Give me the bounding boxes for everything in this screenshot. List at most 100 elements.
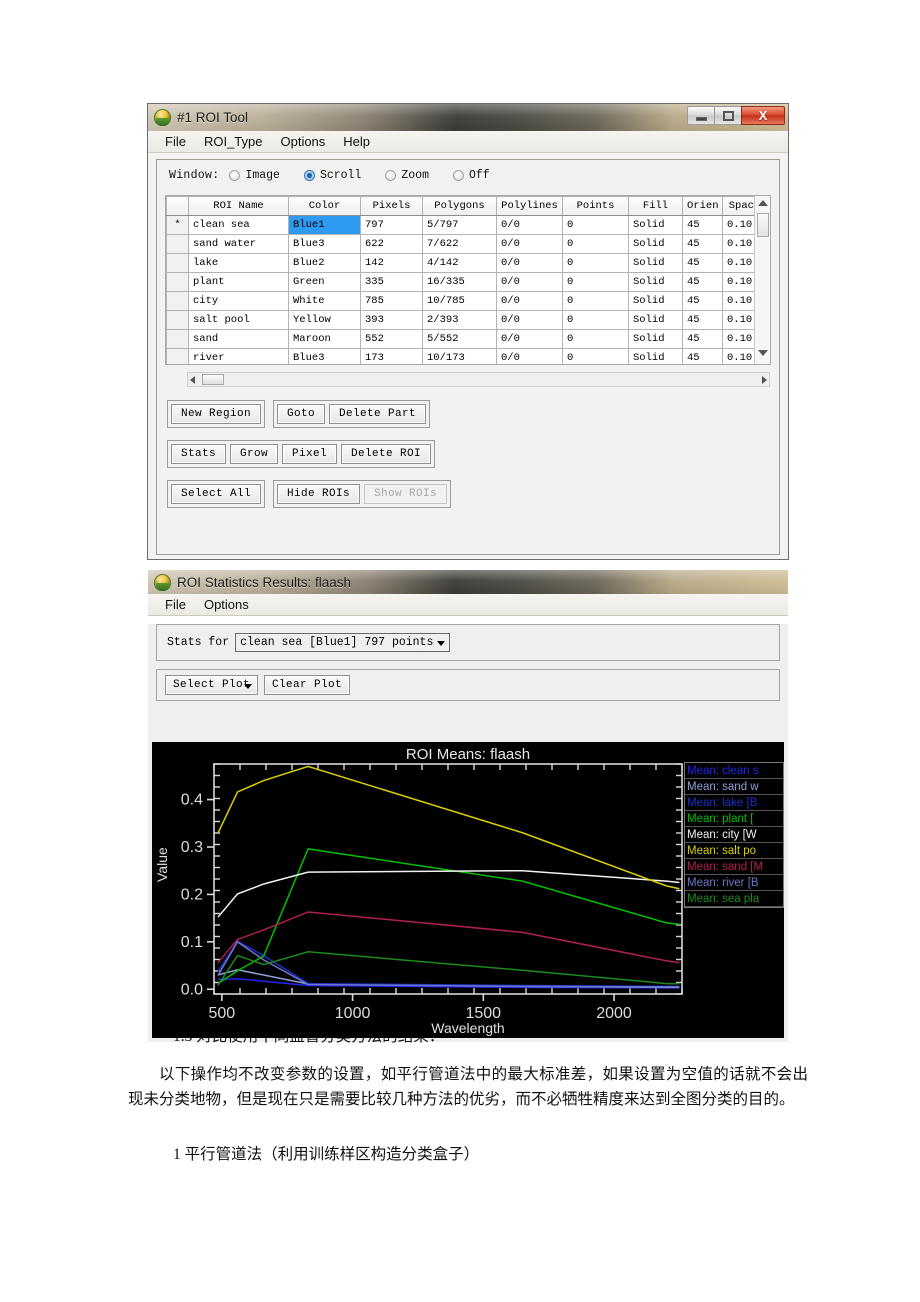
delete-roi-button[interactable]: Delete ROI (341, 444, 432, 464)
cell-color[interactable]: Blue3 (288, 234, 361, 254)
menu-item-options[interactable]: Options (271, 134, 334, 149)
cell-polygons[interactable]: 5/552 (422, 329, 497, 349)
scroll-right-icon[interactable] (762, 376, 767, 384)
cell-color[interactable]: Blue3 (288, 348, 361, 364)
table-row[interactable]: sand water Blue3 622 7/622 0/0 0 Solid 45 0.10 (166, 234, 754, 254)
cell-polylines[interactable]: 0/0 (496, 253, 563, 273)
cell-star[interactable] (166, 329, 189, 349)
scroll-left-icon[interactable] (190, 376, 195, 384)
legend-item[interactable]: Mean: clean s (685, 763, 783, 779)
cell-name[interactable]: clean sea (188, 215, 289, 235)
hide-rois-button[interactable]: Hide ROIs (277, 484, 361, 504)
cell-orien[interactable]: 45 (682, 291, 723, 311)
grow-button[interactable]: Grow (230, 444, 279, 464)
cell-star[interactable]: * (166, 215, 189, 235)
cell-space[interactable]: 0.10 (722, 234, 754, 254)
cell-space[interactable]: 0.10 (722, 310, 754, 330)
legend-item[interactable]: Mean: city [W (685, 827, 783, 843)
cell-pixels[interactable]: 393 (360, 310, 423, 330)
cell-name[interactable]: river (188, 348, 289, 364)
cell-polylines[interactable]: 0/0 (496, 310, 563, 330)
cell-color[interactable]: Blue2 (288, 253, 361, 273)
cell-points[interactable]: 0 (562, 348, 629, 364)
cell-points[interactable]: 0 (562, 272, 629, 292)
cell-polygons[interactable]: 7/622 (422, 234, 497, 254)
th-fill[interactable]: Fill (628, 196, 683, 216)
cell-pixels[interactable]: 797 (360, 215, 423, 235)
stats-menu-item-file[interactable]: File (156, 597, 195, 612)
cell-name[interactable]: plant (188, 272, 289, 292)
th-roi-name[interactable]: ROI Name (188, 196, 289, 216)
cell-polygons[interactable]: 16/335 (422, 272, 497, 292)
clear-plot-button[interactable]: Clear Plot (264, 675, 351, 695)
cell-fill[interactable]: Solid (628, 310, 683, 330)
roi-stats-dropdown[interactable]: clean sea [Blue1] 797 points (235, 633, 451, 652)
cell-pixels[interactable]: 785 (360, 291, 423, 311)
cell-star[interactable] (166, 272, 189, 292)
table-row[interactable]: plant Green 335 16/335 0/0 0 Solid 45 0.10 (166, 272, 754, 292)
roi-tool-titlebar[interactable]: #1 ROI Tool X (148, 104, 788, 131)
cell-polylines[interactable]: 0/0 (496, 234, 563, 254)
select-plot-dropdown[interactable]: Select Plot (165, 675, 259, 695)
delete-part-button[interactable]: Delete Part (329, 404, 427, 424)
radio-zoom[interactable]: Zoom (385, 169, 429, 182)
pixel-button[interactable]: Pixel (282, 444, 338, 464)
cell-star[interactable] (166, 310, 189, 330)
cell-fill[interactable]: Solid (628, 348, 683, 364)
scroll-down-icon[interactable] (758, 350, 768, 360)
cell-fill[interactable]: Solid (628, 253, 683, 273)
cell-polylines[interactable]: 0/0 (496, 215, 563, 235)
maximize-button[interactable] (714, 106, 742, 125)
cell-orien[interactable]: 45 (682, 253, 723, 273)
cell-space[interactable]: 0.10 (722, 291, 754, 311)
legend-item[interactable]: Mean: sea pla (685, 891, 783, 907)
cell-points[interactable]: 0 (562, 253, 629, 273)
cell-polylines[interactable]: 0/0 (496, 291, 563, 311)
cell-orien[interactable]: 45 (682, 234, 723, 254)
cell-color[interactable]: Yellow (288, 310, 361, 330)
table-row[interactable]: river Blue3 173 10/173 0/0 0 Solid 45 0.10 (166, 348, 754, 364)
th-polylines[interactable]: Polylines (496, 196, 563, 216)
cell-pixels[interactable]: 173 (360, 348, 423, 364)
stats-titlebar[interactable]: ROI Statistics Results: flaash (148, 570, 788, 594)
cell-pixels[interactable]: 552 (360, 329, 423, 349)
cell-color[interactable]: Maroon (288, 329, 361, 349)
cell-name[interactable]: city (188, 291, 289, 311)
scroll-up-icon[interactable] (758, 200, 768, 210)
legend-item[interactable]: Mean: sand [M (685, 859, 783, 875)
cell-orien[interactable]: 45 (682, 215, 723, 235)
legend-item[interactable]: Mean: sand w (685, 779, 783, 795)
cell-name[interactable]: sand water (188, 234, 289, 254)
stats-button[interactable]: Stats (171, 444, 227, 464)
cell-polygons[interactable]: 5/797 (422, 215, 497, 235)
cell-pixels[interactable]: 335 (360, 272, 423, 292)
cell-orien[interactable]: 45 (682, 348, 723, 364)
menu-item-roi-type[interactable]: ROI_Type (195, 134, 272, 149)
cell-fill[interactable]: Solid (628, 291, 683, 311)
minimize-button[interactable] (687, 106, 715, 125)
horizontal-scroll-thumb[interactable] (202, 374, 224, 385)
cell-fill[interactable]: Solid (628, 234, 683, 254)
cell-space[interactable]: 0.10 (722, 329, 754, 349)
legend-item[interactable]: Mean: lake [B (685, 795, 783, 811)
cell-space[interactable]: 0.10 (722, 272, 754, 292)
table-row[interactable]: salt pool Yellow 393 2/393 0/0 0 Solid 45 0.10 (166, 310, 754, 330)
new-region-button[interactable]: New Region (171, 404, 262, 424)
table-row[interactable]: * clean sea Blue1 797 5/797 0/0 0 Solid 45 0.10 (166, 215, 754, 235)
cell-orien[interactable]: 45 (682, 329, 723, 349)
stats-menu-item-options[interactable]: Options (195, 597, 258, 612)
cell-fill[interactable]: Solid (628, 272, 683, 292)
cell-polygons[interactable]: 2/393 (422, 310, 497, 330)
radio-off[interactable]: Off (452, 169, 490, 182)
cell-polygons[interactable]: 10/173 (422, 348, 497, 364)
roi-table-horizontal-scrollbar[interactable] (187, 372, 770, 387)
cell-color[interactable]: Green (288, 272, 361, 292)
cell-name[interactable]: sand (188, 329, 289, 349)
cell-fill[interactable]: Solid (628, 329, 683, 349)
legend-item[interactable]: Mean: salt po (685, 843, 783, 859)
cell-polygons[interactable]: 10/785 (422, 291, 497, 311)
cell-pixels[interactable]: 622 (360, 234, 423, 254)
cell-color[interactable]: White (288, 291, 361, 311)
cell-name[interactable]: lake (188, 253, 289, 273)
cell-orien[interactable]: 45 (682, 272, 723, 292)
